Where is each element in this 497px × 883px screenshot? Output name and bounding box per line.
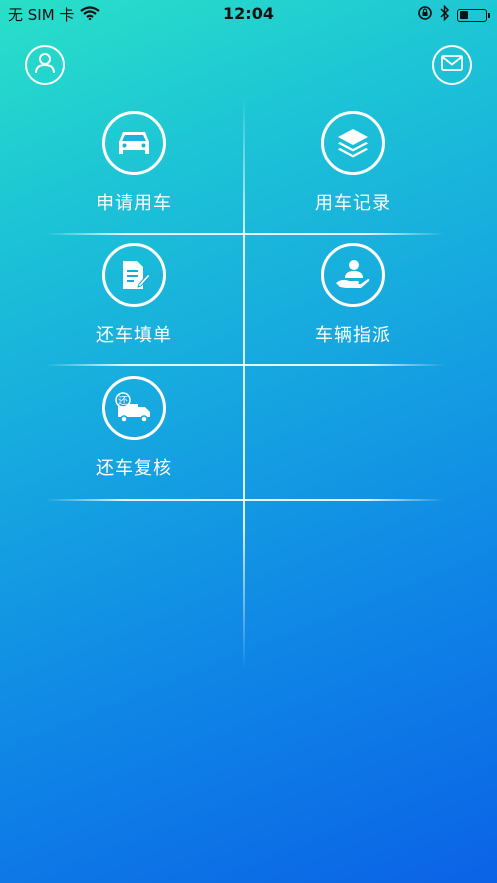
status-bar: 无 SIM 卡 12:04 bbox=[0, 0, 497, 28]
grid-divider-3 bbox=[45, 499, 445, 501]
layers-icon bbox=[321, 111, 385, 175]
status-right bbox=[417, 4, 490, 25]
grid-divider-2 bbox=[45, 364, 445, 366]
battery-level bbox=[459, 11, 468, 19]
vehicle-dispatch-tile[interactable]: 车辆指派 bbox=[263, 243, 443, 363]
rotation-lock-icon bbox=[417, 5, 433, 25]
profile-button[interactable] bbox=[25, 45, 65, 85]
hand-person-icon bbox=[321, 243, 385, 307]
apply-vehicle-tile[interactable]: 申请用车 bbox=[44, 111, 224, 231]
truck-return-icon: 还 bbox=[102, 376, 166, 440]
tile-label: 申请用车 bbox=[96, 193, 172, 214]
grid-divider-vertical bbox=[243, 95, 245, 670]
mail-icon bbox=[441, 55, 463, 75]
user-icon bbox=[33, 51, 57, 79]
return-badge-text: 还 bbox=[118, 395, 128, 407]
return-review-tile[interactable]: 还 还车复核 bbox=[44, 376, 224, 496]
car-icon bbox=[102, 111, 166, 175]
battery-icon bbox=[457, 8, 490, 22]
messages-button[interactable] bbox=[432, 45, 472, 85]
return-form-tile[interactable]: 还车填单 bbox=[44, 243, 224, 363]
tile-label: 车辆指派 bbox=[315, 325, 391, 346]
tile-label: 还车填单 bbox=[96, 325, 172, 346]
bluetooth-icon bbox=[440, 4, 450, 25]
vehicle-records-tile[interactable]: 用车记录 bbox=[263, 111, 443, 231]
tile-label: 还车复核 bbox=[96, 458, 172, 479]
grid-divider-1 bbox=[45, 233, 445, 235]
form-edit-icon bbox=[102, 243, 166, 307]
tile-label: 用车记录 bbox=[315, 193, 391, 214]
